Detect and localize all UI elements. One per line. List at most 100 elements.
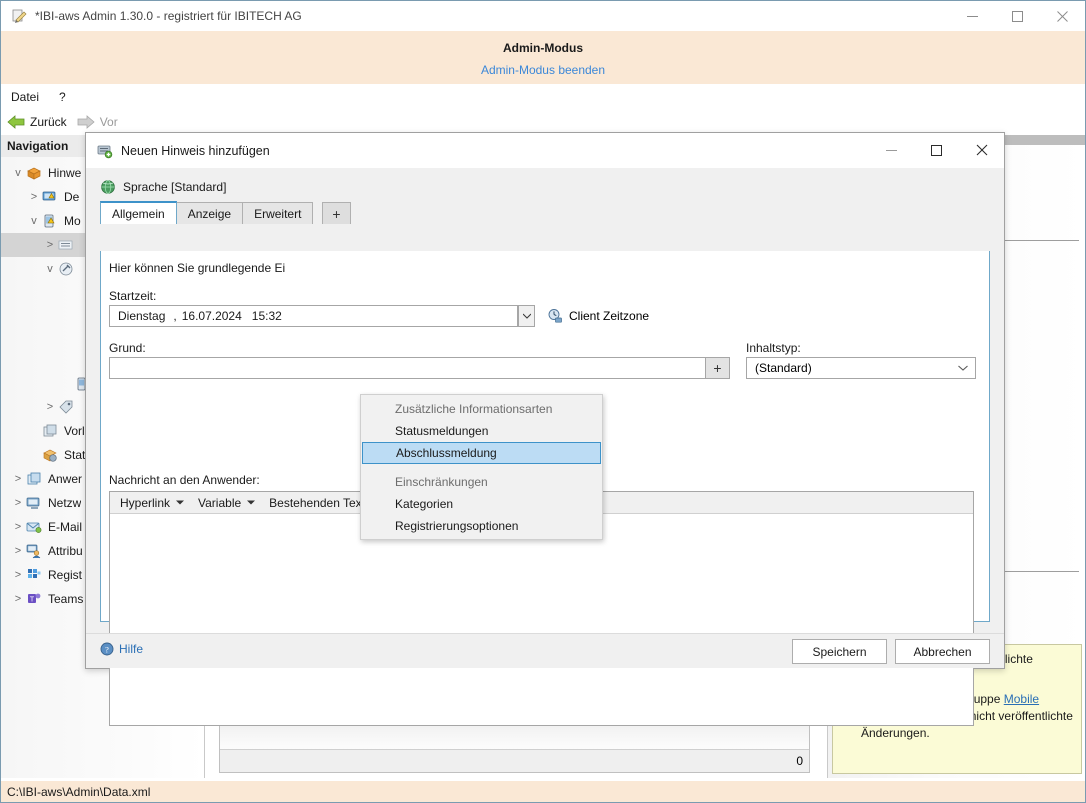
popup-separator bbox=[361, 464, 602, 471]
chevron-right-icon[interactable]: > bbox=[11, 473, 25, 485]
window-titlebar: *IBI-aws Admin 1.30.0 - registriert für … bbox=[1, 1, 1085, 31]
panel-hint-text: Hier können Sie grundlegende Ei bbox=[109, 261, 286, 275]
mobile-warning-icon bbox=[41, 213, 59, 229]
chevron-right-icon[interactable]: > bbox=[27, 191, 41, 203]
chevron-down-icon[interactable]: v bbox=[43, 263, 57, 275]
admin-mode-exit-link[interactable]: Admin-Modus beenden bbox=[1, 63, 1085, 77]
grid-record-count: 0 bbox=[220, 749, 809, 772]
forward-button-label: Vor bbox=[99, 115, 118, 129]
sidebar-item-label: Attribu bbox=[48, 544, 83, 558]
tag-icon bbox=[57, 399, 75, 415]
sidebar-item-label: E-Mail bbox=[48, 520, 83, 534]
window-maximize-button[interactable] bbox=[995, 1, 1040, 31]
starttime-time: 15:32 bbox=[251, 309, 282, 323]
network-icon bbox=[25, 495, 43, 511]
pen-document-icon bbox=[11, 8, 27, 24]
dialog-tabstrip: Allgemein Anzeige Erweitert + bbox=[100, 201, 1004, 224]
language-label: Sprache [Standard] bbox=[123, 180, 227, 194]
add-note-icon bbox=[97, 143, 113, 159]
tab-anzeige[interactable]: Anzeige bbox=[175, 202, 244, 224]
chevron-down-icon bbox=[247, 498, 256, 507]
dialog-window-controls bbox=[869, 133, 1004, 167]
language-selector-row[interactable]: Sprache [Standard] bbox=[86, 168, 1004, 202]
reason-add-button[interactable]: + bbox=[706, 357, 730, 379]
menu-item-help[interactable]: ? bbox=[49, 87, 76, 107]
status-bar: C:\IBI-aws\Admin\Data.xml bbox=[1, 781, 1085, 802]
tab-label: Anzeige bbox=[187, 206, 232, 221]
chevron-right-icon[interactable]: > bbox=[11, 545, 25, 557]
dialog-footer: ? Hilfe Speichern Abbrechen bbox=[86, 633, 1004, 668]
arrow-right-icon bbox=[77, 115, 95, 129]
package-icon bbox=[25, 165, 43, 181]
popup-item-kategorien[interactable]: Kategorien bbox=[361, 493, 602, 515]
popup-item-statusmeldungen[interactable]: Statusmeldungen bbox=[361, 420, 602, 442]
chevron-right-icon[interactable]: > bbox=[11, 521, 25, 533]
window-title: *IBI-aws Admin 1.30.0 - registriert für … bbox=[35, 9, 302, 23]
window-close-button[interactable] bbox=[1040, 1, 1085, 31]
wrench-icon bbox=[57, 261, 75, 277]
window-minimize-button[interactable] bbox=[950, 1, 995, 31]
chevron-right-icon[interactable]: > bbox=[11, 497, 25, 509]
application-window: *IBI-aws Admin 1.30.0 - registriert für … bbox=[0, 0, 1086, 803]
chevron-down-icon bbox=[958, 363, 968, 373]
menu-item-datei[interactable]: Datei bbox=[1, 87, 49, 107]
add-tab-button[interactable]: + bbox=[322, 202, 351, 224]
registry-grid-icon bbox=[25, 567, 43, 583]
dialog-body: Sprache [Standard] Allgemein Anzeige Erw… bbox=[86, 168, 1004, 726]
chevron-down-icon[interactable]: v bbox=[11, 167, 25, 179]
message-label: Nachricht an den Anwender: bbox=[109, 473, 260, 487]
starttime-label: Startzeit: bbox=[109, 289, 157, 303]
back-button-label: Zurück bbox=[30, 115, 67, 129]
chevron-right-icon[interactable]: > bbox=[11, 569, 25, 581]
tab-allgemein[interactable]: Allgemein bbox=[100, 201, 177, 224]
popup-item-abschlussmeldung[interactable]: Abschlussmeldung bbox=[362, 442, 601, 464]
monitor-warning-icon bbox=[41, 189, 59, 205]
list-icon bbox=[57, 237, 75, 253]
tab-erweitert[interactable]: Erweitert bbox=[242, 202, 314, 224]
menu-bar: Datei ? bbox=[1, 84, 1085, 109]
clock-computer-icon bbox=[547, 308, 563, 324]
starttime-date: 16.07.2024 bbox=[181, 309, 242, 323]
contenttype-select[interactable]: (Standard) bbox=[746, 357, 976, 379]
back-button[interactable]: Zurück bbox=[7, 115, 67, 129]
arrow-left-icon bbox=[7, 115, 25, 129]
chevron-right-icon[interactable]: > bbox=[43, 401, 57, 413]
forward-button[interactable]: Vor bbox=[77, 115, 118, 129]
sidebar-item-label: Regist bbox=[48, 568, 83, 582]
svg-text:?: ? bbox=[105, 644, 109, 654]
starttime-separator: , bbox=[173, 309, 177, 323]
email-icon bbox=[25, 519, 43, 535]
tab-label: Allgemein bbox=[112, 206, 165, 221]
editor-canvas[interactable] bbox=[110, 514, 973, 725]
editor-hyperlink-button[interactable]: Hyperlink bbox=[120, 495, 185, 510]
chevron-right-icon[interactable]: > bbox=[43, 239, 57, 251]
help-link[interactable]: ? Hilfe bbox=[100, 642, 143, 656]
popup-group-header-info: Zusätzliche Informationsarten bbox=[395, 402, 553, 416]
attributes-user-icon bbox=[25, 543, 43, 559]
admin-mode-title: Admin-Modus bbox=[503, 41, 583, 55]
chevron-down-icon[interactable]: v bbox=[27, 215, 41, 227]
editor-variable-button[interactable]: Variable bbox=[198, 496, 256, 510]
timezone-label: Client Zeitzone bbox=[569, 309, 650, 323]
svg-text:T: T bbox=[30, 597, 35, 604]
dialog-close-button[interactable] bbox=[959, 133, 1004, 167]
starttime-input[interactable]: Dienstag , 16.07.2024 15:32 bbox=[109, 305, 518, 327]
dialog-title: Neuen Hinweis hinzufügen bbox=[121, 143, 270, 158]
window-controls bbox=[950, 1, 1085, 31]
dialog-minimize-button[interactable] bbox=[869, 133, 914, 167]
sidebar-item-label: Mo bbox=[64, 214, 81, 228]
reason-label: Grund: bbox=[109, 341, 146, 355]
starttime-weekday: Dienstag bbox=[118, 309, 166, 323]
help-link-label: Hilfe bbox=[119, 642, 144, 656]
save-button[interactable]: Speichern bbox=[792, 639, 887, 664]
starttime-dropdown-button[interactable] bbox=[518, 305, 535, 327]
contenttype-label: Inhaltstyp: bbox=[746, 341, 801, 355]
dialog-maximize-button[interactable] bbox=[914, 133, 959, 167]
editor-hyperlink-label: Hyperlink bbox=[120, 495, 171, 510]
chevron-right-icon[interactable]: > bbox=[11, 593, 25, 605]
reason-input[interactable] bbox=[109, 357, 706, 379]
popup-item-registrierungsoptionen[interactable]: Registrierungsoptionen bbox=[361, 515, 602, 537]
cancel-button[interactable]: Abbrechen bbox=[895, 639, 990, 664]
templates-icon bbox=[41, 423, 59, 439]
add-note-dialog: Neuen Hinweis hinzufügen Sprache [Standa… bbox=[85, 132, 1005, 726]
